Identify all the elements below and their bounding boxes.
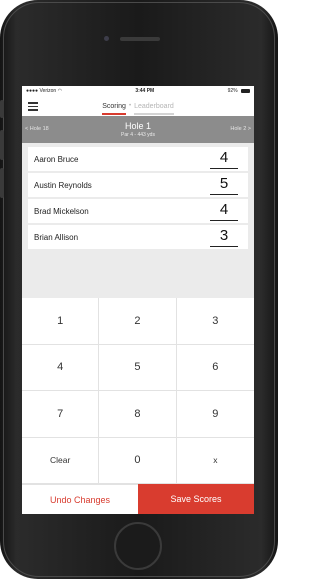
player-row[interactable]: Austin Reynolds 5	[28, 173, 248, 197]
tab-scoring[interactable]: Scoring	[100, 103, 128, 115]
volume-up-button	[0, 130, 4, 160]
tab-leaderboard-indicator	[134, 112, 174, 115]
view-tabs: Scoring • Leaderboard	[100, 103, 176, 115]
tab-leaderboard[interactable]: Leaderboard	[132, 103, 176, 115]
player-name: Aaron Bruce	[34, 154, 79, 164]
key-1[interactable]: 1	[22, 298, 100, 345]
volume-down-button	[0, 168, 4, 198]
player-score-field[interactable]: 4	[210, 200, 238, 221]
undo-changes-button[interactable]: Undo Changes	[22, 484, 138, 514]
key-6[interactable]: 6	[176, 345, 254, 391]
delete-key[interactable]: x	[176, 438, 254, 484]
player-score-field[interactable]: 5	[210, 174, 238, 195]
action-bar: Undo Changes Save Scores	[22, 484, 254, 514]
front-camera	[104, 36, 109, 41]
player-name: Brian Allison	[34, 232, 79, 242]
hole-header: < Hole 18 Hole 1 Par 4 - 443 yds Hole 2 …	[22, 116, 254, 143]
hole-subtitle: Par 4 - 443 yds	[121, 132, 155, 138]
carrier-label: ●●●● Verizon ◠	[26, 88, 62, 94]
player-name: Austin Reynolds	[34, 180, 92, 190]
player-row[interactable]: Brad Mickelson 4	[28, 199, 248, 223]
key-2[interactable]: 2	[99, 298, 177, 345]
signal-icon: ●●●●	[26, 88, 39, 94]
clock: 3:44 PM	[135, 88, 155, 94]
player-row[interactable]: Brian Allison 3	[28, 225, 248, 249]
player-list: Aaron Bruce 4 Austin Reynolds 5 Brad Mic…	[22, 143, 254, 292]
status-bar: ●●●● Verizon ◠ 3:44 PM 92%	[22, 86, 254, 96]
player-name: Brad Mickelson	[34, 206, 89, 216]
number-keypad: 1 2 3 4 5 6 7 8 9 Clear 0 x	[22, 298, 254, 484]
battery-indicator: 92%	[228, 88, 250, 94]
key-5[interactable]: 5	[99, 344, 177, 391]
hamburger-menu-icon[interactable]	[28, 102, 38, 113]
player-score-field[interactable]: 4	[210, 148, 238, 169]
key-9[interactable]: 9	[176, 391, 254, 438]
tab-scoring-indicator	[102, 112, 126, 115]
home-button[interactable]	[114, 522, 162, 570]
clear-key[interactable]: Clear	[22, 437, 100, 484]
app-screen: ●●●● Verizon ◠ 3:44 PM 92% Scoring • Lea…	[22, 86, 254, 514]
save-scores-button[interactable]: Save Scores	[138, 484, 254, 514]
key-4[interactable]: 4	[22, 344, 100, 391]
earpiece-speaker	[120, 37, 160, 41]
key-7[interactable]: 7	[22, 391, 100, 438]
player-row[interactable]: Aaron Bruce 4	[28, 147, 248, 171]
wifi-icon: ◠	[57, 88, 62, 94]
hole-title: Hole 1	[124, 121, 151, 131]
phone-frame: ●●●● Verizon ◠ 3:44 PM 92% Scoring • Lea…	[0, 0, 278, 579]
next-hole-link[interactable]: Hole 2 >	[230, 126, 251, 132]
key-0[interactable]: 0	[99, 437, 177, 484]
previous-hole-link[interactable]: < Hole 18	[25, 126, 49, 132]
battery-icon	[241, 88, 250, 93]
mute-switch	[0, 100, 4, 118]
key-3[interactable]: 3	[176, 298, 254, 345]
player-score-field[interactable]: 3	[210, 226, 238, 247]
key-8[interactable]: 8	[99, 391, 177, 438]
nav-bar: Scoring • Leaderboard	[22, 96, 254, 116]
